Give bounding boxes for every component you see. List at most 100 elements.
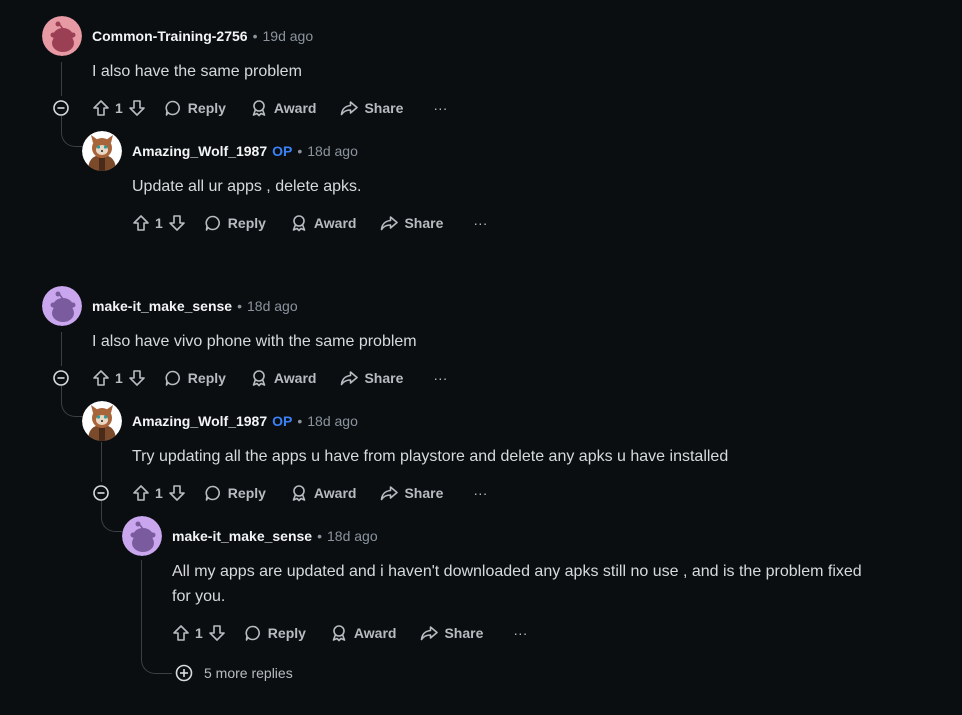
op-badge: OP bbox=[272, 413, 293, 429]
upvote-button[interactable] bbox=[92, 369, 110, 387]
author-name[interactable]: make-it_make_sense bbox=[92, 298, 232, 314]
more-options-button[interactable]: ··· bbox=[433, 100, 447, 116]
more-options-button[interactable]: ··· bbox=[433, 370, 447, 386]
comment-body: Update all ur apps , delete apks. bbox=[132, 178, 362, 195]
award-button[interactable]: Award bbox=[330, 624, 397, 642]
comment-meta: Amazing_Wolf_1987 OP • 18d ago bbox=[132, 143, 358, 159]
author-name[interactable]: Common-Training-2756 bbox=[92, 28, 248, 44]
reply-bubble-icon bbox=[205, 485, 220, 501]
collapse-thread-button[interactable] bbox=[53, 370, 69, 386]
award-button[interactable]: Award bbox=[290, 484, 357, 502]
award-label: Award bbox=[313, 485, 357, 501]
more-options-button[interactable]: ··· bbox=[513, 625, 527, 641]
share-button[interactable]: Share bbox=[340, 99, 403, 117]
comment-actions: 1 Reply Award Share ··· bbox=[132, 479, 487, 507]
share-label: Share bbox=[404, 485, 444, 501]
comment-meta: Amazing_Wolf_1987 OP • 18d ago bbox=[132, 413, 358, 429]
share-label: Share bbox=[364, 100, 404, 116]
thread-connector bbox=[61, 116, 82, 147]
avatar[interactable] bbox=[82, 131, 122, 171]
thread-connector bbox=[141, 560, 172, 674]
separator-dot: • bbox=[297, 143, 303, 159]
author-name[interactable]: Amazing_Wolf_1987 bbox=[132, 413, 267, 429]
more-replies-button[interactable]: 5 more replies bbox=[175, 664, 293, 682]
reply-label: Reply bbox=[267, 625, 306, 641]
reply-button[interactable]: Reply bbox=[204, 214, 266, 232]
downvote-button[interactable] bbox=[208, 624, 226, 642]
share-button[interactable]: Share bbox=[340, 369, 403, 387]
separator-dot: • bbox=[252, 28, 258, 44]
collapse-thread-button[interactable] bbox=[93, 485, 109, 501]
share-label: Share bbox=[404, 215, 444, 231]
award-label: Award bbox=[353, 625, 397, 641]
share-icon bbox=[341, 101, 359, 116]
reply-bubble-icon bbox=[205, 215, 220, 231]
separator-dot: • bbox=[237, 298, 243, 314]
award-button[interactable]: Award bbox=[250, 369, 316, 387]
share-icon bbox=[381, 216, 399, 231]
share-button[interactable]: Share bbox=[420, 624, 483, 642]
timestamp[interactable]: 18d ago bbox=[327, 528, 378, 544]
share-label: Share bbox=[444, 625, 484, 641]
timestamp[interactable]: 18d ago bbox=[307, 413, 358, 429]
comment-meta: make-it_make_sense • 18d ago bbox=[92, 298, 298, 314]
comment-body: Try updating all the apps u have from pl… bbox=[132, 448, 729, 465]
comment-actions: 1 Reply Award Share ··· bbox=[172, 619, 527, 647]
comment-actions: 1 Reply Award Share ··· bbox=[132, 209, 487, 237]
author-name[interactable]: Amazing_Wolf_1987 bbox=[132, 143, 267, 159]
more-replies-label: 5 more replies bbox=[204, 665, 293, 681]
comment-meta: make-it_make_sense • 18d ago bbox=[172, 528, 378, 544]
avatar[interactable] bbox=[82, 401, 122, 441]
upvote-button[interactable] bbox=[92, 99, 110, 117]
reply-label: Reply bbox=[227, 215, 266, 231]
upvote-icon bbox=[133, 485, 149, 501]
upvote-icon bbox=[133, 215, 149, 231]
share-button[interactable]: Share bbox=[380, 484, 443, 502]
expand-plus-icon bbox=[175, 664, 193, 682]
comment-meta: Common-Training-2756 • 19d ago bbox=[92, 28, 313, 44]
timestamp[interactable]: 18d ago bbox=[307, 143, 358, 159]
award-icon bbox=[332, 625, 346, 642]
author-name[interactable]: make-it_make_sense bbox=[172, 528, 312, 544]
separator-dot: • bbox=[297, 413, 303, 429]
timestamp[interactable]: 18d ago bbox=[247, 298, 298, 314]
reply-label: Reply bbox=[187, 370, 226, 386]
downvote-button[interactable] bbox=[168, 484, 186, 502]
timestamp[interactable]: 19d ago bbox=[263, 28, 314, 44]
downvote-button[interactable] bbox=[128, 369, 146, 387]
more-options-button[interactable]: ··· bbox=[473, 485, 487, 501]
collapse-thread-button[interactable] bbox=[53, 100, 69, 116]
award-button[interactable]: Award bbox=[250, 99, 316, 117]
upvote-button[interactable] bbox=[132, 484, 150, 502]
downvote-icon bbox=[128, 370, 145, 386]
share-label: Share bbox=[364, 370, 404, 386]
reply-label: Reply bbox=[187, 100, 226, 116]
reply-button[interactable]: Reply bbox=[204, 484, 266, 502]
reply-button[interactable]: Reply bbox=[164, 369, 226, 387]
downvote-icon bbox=[168, 215, 185, 231]
downvote-icon bbox=[208, 625, 225, 641]
avatar[interactable] bbox=[42, 16, 82, 56]
more-options-button[interactable]: ··· bbox=[473, 215, 487, 231]
upvote-button[interactable] bbox=[132, 214, 150, 232]
reply-bubble-icon bbox=[165, 100, 180, 116]
upvote-button[interactable] bbox=[172, 624, 190, 642]
comment-actions: 1 Reply Award Share ··· bbox=[92, 364, 447, 392]
thread-line bbox=[61, 332, 62, 366]
downvote-button[interactable] bbox=[168, 214, 186, 232]
award-icon bbox=[292, 215, 306, 232]
reply-button[interactable]: Reply bbox=[244, 624, 306, 642]
comment-body: All my apps are updated and i haven't do… bbox=[172, 559, 952, 609]
share-button[interactable]: Share bbox=[380, 214, 443, 232]
award-button[interactable]: Award bbox=[290, 214, 356, 232]
downvote-button[interactable] bbox=[128, 99, 146, 117]
upvote-icon bbox=[93, 370, 109, 386]
reply-button[interactable]: Reply bbox=[164, 99, 226, 117]
separator-dot: • bbox=[317, 528, 323, 544]
vote-count: 1 bbox=[155, 215, 163, 231]
avatar[interactable] bbox=[42, 286, 82, 326]
reply-bubble-icon bbox=[245, 625, 260, 641]
avatar[interactable] bbox=[122, 516, 162, 556]
comment-body-line: All my apps are updated and i haven't do… bbox=[172, 563, 862, 580]
share-icon bbox=[421, 626, 439, 641]
